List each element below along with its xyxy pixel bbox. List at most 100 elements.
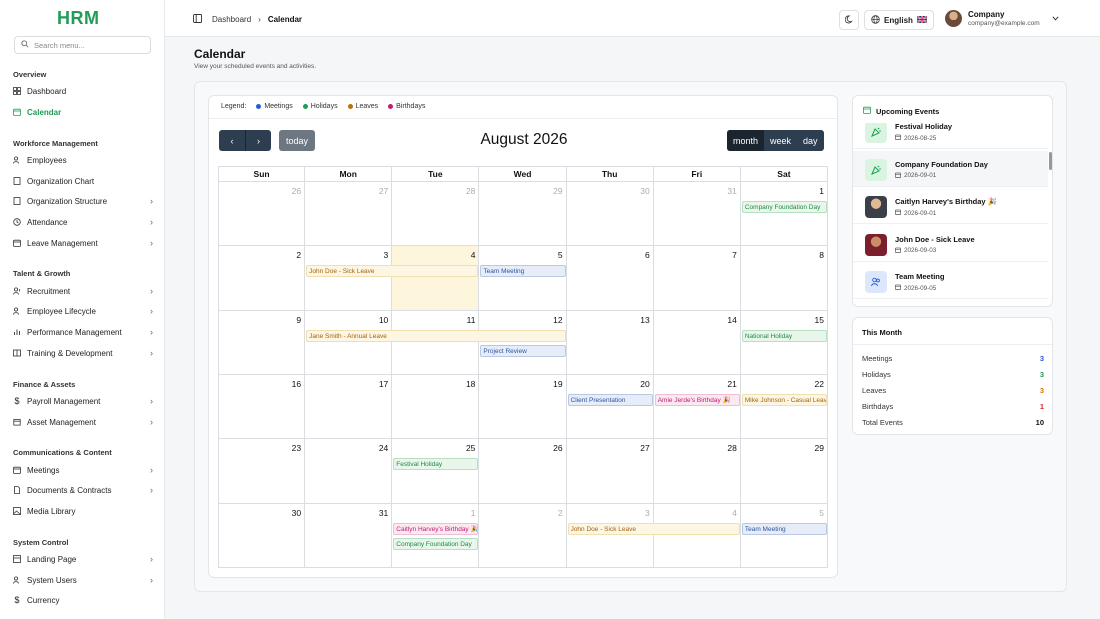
day-cell[interactable]: 28 [653, 439, 741, 504]
day-cell[interactable]: 23 [218, 439, 306, 504]
day-cell[interactable]: 18 [392, 375, 480, 440]
day-cell[interactable]: 29 [479, 182, 567, 247]
day-cell[interactable]: 26 [218, 182, 306, 247]
upcoming-event-item[interactable]: Company Foundation Day 2026-09-01 [853, 150, 1048, 187]
day-number: 22 [814, 379, 824, 389]
day-cell[interactable]: 2 [479, 503, 567, 568]
day-cell[interactable]: 1 [392, 503, 480, 568]
day-cell[interactable]: 5 [740, 503, 828, 568]
day-cell[interactable]: 28 [392, 182, 480, 247]
breadcrumb-dashboard[interactable]: Dashboard [212, 15, 251, 24]
sidebar-item-currency[interactable]: $ Currency [13, 593, 155, 607]
sidebar-item-landing[interactable]: Landing Page › [13, 552, 155, 566]
calendar-event[interactable]: John Doe - Sick Leave [306, 265, 479, 278]
users-icon [865, 271, 887, 293]
day-cell[interactable]: 25 [392, 439, 480, 504]
day-cell[interactable]: 17 [305, 375, 393, 440]
sidebar-item-system-users[interactable]: System Users › [13, 573, 155, 587]
sidebar-item-recruitment[interactable]: Recruitment › [13, 284, 155, 298]
day-number: 4 [470, 250, 476, 261]
calendar-event[interactable]: Jane Smith - Annual Leave [306, 329, 566, 342]
sidebar-item-asset[interactable]: Asset Management › [13, 415, 155, 429]
calendar-event[interactable]: Project Review [480, 344, 566, 357]
day-cell[interactable]: 31 [305, 503, 393, 568]
day-cell[interactable]: 7 [653, 246, 741, 311]
app-logo[interactable]: HRM [57, 8, 100, 29]
day-cell[interactable]: 10 [305, 310, 393, 375]
calendar-event[interactable]: Team Meeting [741, 522, 827, 535]
day-cell[interactable]: 27 [305, 182, 393, 247]
sidebar-item-employees[interactable]: Employees [13, 153, 155, 167]
day-cell[interactable]: 14 [653, 310, 741, 375]
calendar-event[interactable]: Amie Jerde's Birthday 🎉 [654, 394, 740, 406]
search-input[interactable] [34, 40, 144, 50]
sidebar-item-calendar[interactable]: Calendar [13, 105, 155, 119]
day-cell[interactable]: 2 [218, 246, 306, 311]
calendar-event[interactable]: Company Foundation Day [393, 537, 479, 550]
view-month-button[interactable]: month [727, 130, 765, 151]
day-number: 23 [291, 443, 302, 454]
day-cell[interactable]: 8 [740, 246, 828, 311]
sidebar-item-documents[interactable]: Documents & Contracts › [13, 483, 155, 497]
calendar-event[interactable]: Company Foundation Day [741, 201, 827, 213]
day-cell[interactable]: 21 [653, 375, 741, 440]
day-cell[interactable]: 12 [479, 310, 567, 375]
theme-toggle-button[interactable] [839, 10, 859, 30]
calendar-event[interactable]: John Doe - Sick Leave [567, 522, 740, 535]
day-cell[interactable]: 24 [305, 439, 393, 504]
upcoming-event-item[interactable]: Team Meeting 2026-09-05 [853, 263, 1048, 299]
day-cell[interactable]: 1 [740, 182, 828, 247]
day-cell[interactable]: 30 [218, 503, 306, 568]
sidebar-item-media[interactable]: Media Library [13, 504, 155, 518]
search-box[interactable] [14, 36, 151, 54]
day-cell[interactable]: 22 [740, 375, 828, 440]
calendar-event[interactable]: National Holiday [741, 329, 827, 342]
day-cell[interactable]: 3 [305, 246, 393, 311]
language-selector[interactable]: English [864, 10, 934, 30]
upcoming-event-item[interactable]: Jane Smith - Annual Leave [853, 301, 1048, 304]
day-cell[interactable]: 4 [653, 503, 741, 568]
upcoming-event-item[interactable]: Festival Holiday 2026-08-25 [853, 123, 1048, 149]
calendar-event[interactable]: Team Meeting [480, 265, 566, 278]
sidebar-item-org-chart[interactable]: Organization Chart [13, 174, 155, 188]
upcoming-event-item[interactable]: John Doe - Sick Leave 2026-09-03 [853, 226, 1048, 262]
weekday-header: Thu [566, 166, 654, 182]
day-cell[interactable]: 31 [653, 182, 741, 247]
view-day-button[interactable]: day [797, 130, 824, 151]
day-cell[interactable]: 26 [479, 439, 567, 504]
day-cell[interactable]: 16 [218, 375, 306, 440]
day-cell[interactable]: 15 [740, 310, 828, 375]
calendar-event[interactable]: Client Presentation [567, 394, 653, 406]
day-cell[interactable]: 27 [566, 439, 654, 504]
scrollbar[interactable] [1049, 152, 1052, 170]
sidebar-item-attendance[interactable]: Attendance › [13, 215, 155, 229]
day-cell[interactable]: 6 [566, 246, 654, 311]
calendar-event[interactable]: Mike Johnson - Casual Leave [741, 394, 827, 406]
day-cell[interactable]: 19 [479, 375, 567, 440]
day-cell[interactable]: 11 [392, 310, 480, 375]
day-cell[interactable]: 4 [392, 246, 480, 311]
day-cell[interactable]: 3 [566, 503, 654, 568]
day-cell[interactable]: 13 [566, 310, 654, 375]
calendar-event[interactable]: Festival Holiday [393, 458, 479, 471]
day-cell[interactable]: 20 [566, 375, 654, 440]
upcoming-event-item[interactable]: Caitlyn Harvey's Birthday 🎉 2026-09-01 [853, 188, 1048, 224]
upcoming-events-list[interactable]: Festival Holiday 2026-08-25 Company Founda… [853, 123, 1052, 304]
sidebar-item-payroll[interactable]: $ Payroll Management › [13, 394, 155, 408]
sidebar-item-dashboard[interactable]: Dashboard [13, 84, 155, 98]
sidebar-item-training[interactable]: Training & Development › [13, 346, 155, 360]
day-cell[interactable]: 9 [218, 310, 306, 375]
sidebar-item-lifecycle[interactable]: Employee Lifecycle › [13, 304, 155, 318]
calendar-event[interactable]: Caitlyn Harvey's Birthday 🎉 [393, 522, 479, 535]
sidebar-item-label: Payroll Management [27, 396, 101, 406]
day-cell[interactable]: 30 [566, 182, 654, 247]
view-week-button[interactable]: week [764, 130, 797, 151]
sidebar-item-org-structure[interactable]: Organization Structure › [13, 194, 155, 208]
sidebar-item-leave[interactable]: Leave Management › [13, 236, 155, 250]
sidebar-toggle-icon[interactable] [193, 14, 202, 25]
sidebar-item-performance[interactable]: Performance Management › [13, 325, 155, 339]
day-cell[interactable]: 29 [740, 439, 828, 504]
user-menu[interactable]: Company company@example.com [945, 10, 1059, 27]
day-cell[interactable]: 5 [479, 246, 567, 311]
sidebar-item-meetings[interactable]: Meetings › [13, 463, 155, 477]
